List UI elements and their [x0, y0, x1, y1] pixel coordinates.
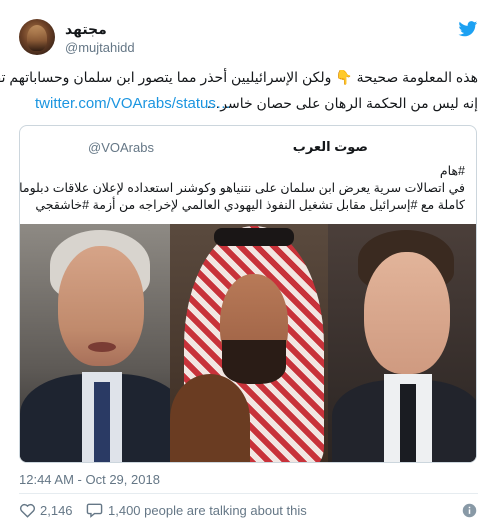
quoted-photo[interactable] — [20, 224, 476, 462]
heart-icon[interactable] — [19, 502, 36, 518]
quoted-text-line: كاملة مع #إسرائيل مقابل تشغيل النفوذ الي… — [35, 198, 465, 212]
photo-middle-person — [170, 224, 338, 462]
photo-left-person — [20, 224, 185, 462]
reply-bubble-icon[interactable] — [86, 502, 103, 518]
quoted-text-line: في اتصالات سرية يعرض ابن سلمان على نتنيا… — [19, 181, 465, 195]
author-display-name[interactable]: مجتهد — [65, 21, 107, 38]
quoted-display-name[interactable]: صوت العرب — [293, 139, 368, 155]
quoted-hashtag[interactable]: #هام — [29, 163, 465, 180]
twitter-bird-icon[interactable] — [458, 21, 478, 37]
photo-right-person — [328, 224, 476, 462]
tweet-text: هذه المعلومة صحيحة 👇 ولكن الإسرائيليين أ… — [0, 68, 478, 87]
tweet-timestamp[interactable]: 12:44 AM - Oct 29, 2018 — [19, 472, 160, 487]
quoted-text: #هام في اتصالات سرية يعرض ابن سلمان على … — [19, 163, 465, 214]
embedded-tweet: مجتهد @mujtahidd هذه المعلومة صحيحة 👇 ول… — [0, 0, 497, 530]
quoted-handle[interactable]: @VOArabs — [88, 140, 154, 155]
quoted-tweet[interactable]: صوت العرب @VOArabs #هام في اتصالات سرية … — [19, 125, 477, 463]
divider — [19, 493, 478, 494]
author-handle[interactable]: @mujtahidd — [65, 40, 135, 55]
tweet-text-line-2-wrap: إنه ليس من الحكمة الرهان على حصان خاسر… — [190, 94, 478, 113]
tweet-link[interactable]: twitter.com/VOArabs/status… — [35, 95, 231, 112]
talking-about-count[interactable]: 1,400 people are talking about this — [108, 503, 307, 518]
tweet-text-line: هذه المعلومة صحيحة 👇 ولكن الإسرائيليين أ… — [0, 69, 478, 85]
avatar[interactable] — [19, 19, 55, 55]
like-count[interactable]: 2,146 — [40, 503, 73, 518]
tweet-text-line: إنه ليس من الحكمة الرهان على حصان خاسر… — [206, 95, 478, 111]
info-icon[interactable] — [462, 503, 477, 518]
